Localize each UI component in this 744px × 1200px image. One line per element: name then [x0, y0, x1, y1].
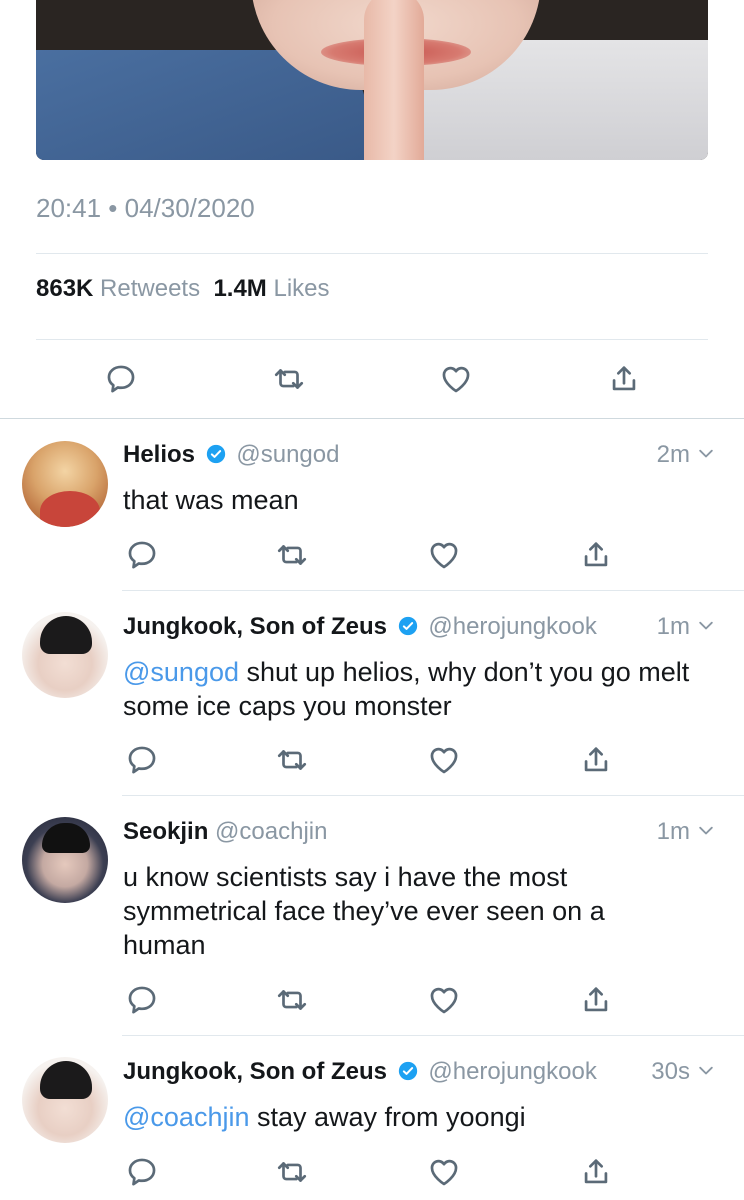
like-icon[interactable]: [427, 983, 461, 1017]
chevron-down-icon[interactable]: [696, 615, 716, 635]
reply-icon[interactable]: [125, 538, 159, 572]
mention-link[interactable]: @sungod: [123, 657, 239, 687]
avatar[interactable]: [22, 817, 108, 903]
like-icon[interactable]: [427, 743, 461, 777]
reply-icon[interactable]: [104, 362, 138, 396]
like-icon[interactable]: [427, 1155, 461, 1189]
tweet-stats: 863K Retweets 1.4M Likes: [36, 275, 330, 303]
display-name[interactable]: Helios: [123, 441, 195, 468]
avatar[interactable]: [22, 1057, 108, 1143]
tweet-text: @coachjin stay away from yoongi: [123, 1100, 723, 1134]
likes-count[interactable]: 1.4M: [213, 275, 266, 302]
thread-divider: [0, 418, 744, 419]
retweet-icon[interactable]: [275, 538, 309, 572]
share-icon[interactable]: [607, 362, 641, 396]
divider: [122, 1035, 744, 1036]
reply-icon[interactable]: [125, 983, 159, 1017]
verified-badge-icon: [398, 1060, 418, 1081]
divider: [122, 795, 744, 796]
handle[interactable]: @herojungkook: [428, 613, 596, 640]
handle[interactable]: @herojungkook: [428, 1058, 596, 1085]
time-ago: 2m: [656, 441, 690, 468]
photo-finger: [364, 0, 424, 160]
tweet-photo[interactable]: [36, 0, 708, 160]
display-name[interactable]: Jungkook, Son of Zeus: [123, 613, 387, 640]
retweet-icon[interactable]: [275, 983, 309, 1017]
tweet-body: stay away from yoongi: [249, 1102, 526, 1132]
retweet-icon[interactable]: [272, 362, 306, 396]
reply-time[interactable]: 1m: [657, 818, 716, 846]
retweet-icon[interactable]: [275, 743, 309, 777]
like-icon[interactable]: [439, 362, 473, 396]
retweets-count[interactable]: 863K: [36, 275, 93, 302]
avatar[interactable]: [22, 441, 108, 527]
reply-time[interactable]: 1m: [657, 613, 716, 641]
time-ago: 1m: [656, 613, 690, 640]
time-ago: 1m: [656, 818, 690, 845]
retweets-label[interactable]: Retweets: [100, 275, 200, 302]
verified-badge-icon: [206, 443, 226, 464]
handle[interactable]: @coachjin: [215, 818, 327, 845]
reply-time[interactable]: 30s: [651, 1058, 716, 1086]
share-icon[interactable]: [579, 538, 613, 572]
chevron-down-icon[interactable]: [696, 443, 716, 463]
tweet-text: u know scientists say i have the most sy…: [123, 860, 683, 962]
reply-time[interactable]: 2m: [657, 441, 716, 469]
display-name[interactable]: Seokjin: [123, 818, 208, 845]
share-icon[interactable]: [579, 1155, 613, 1189]
tweet-timestamp: 20:41 • 04/30/2020: [36, 193, 255, 223]
time-ago: 30s: [651, 1058, 690, 1085]
tweet-body: u know scientists say i have the most sy…: [123, 862, 605, 960]
like-icon[interactable]: [427, 538, 461, 572]
divider: [36, 339, 708, 340]
retweet-icon[interactable]: [275, 1155, 309, 1189]
verified-badge-icon: [398, 615, 418, 636]
share-icon[interactable]: [579, 983, 613, 1017]
tweet-text: that was mean: [123, 483, 723, 517]
display-name[interactable]: Jungkook, Son of Zeus: [123, 1058, 387, 1085]
handle[interactable]: @sungod: [236, 441, 339, 468]
reply-icon[interactable]: [125, 743, 159, 777]
divider: [122, 590, 744, 591]
likes-label[interactable]: Likes: [273, 275, 329, 302]
reply-icon[interactable]: [125, 1155, 159, 1189]
chevron-down-icon[interactable]: [696, 820, 716, 840]
tweet-body: that was mean: [123, 485, 299, 515]
tweet-text: @sungod shut up helios, why don’t you go…: [123, 655, 723, 723]
mention-link[interactable]: @coachjin: [123, 1102, 249, 1132]
avatar[interactable]: [22, 612, 108, 698]
divider: [36, 253, 708, 254]
share-icon[interactable]: [579, 743, 613, 777]
chevron-down-icon[interactable]: [696, 1060, 716, 1080]
